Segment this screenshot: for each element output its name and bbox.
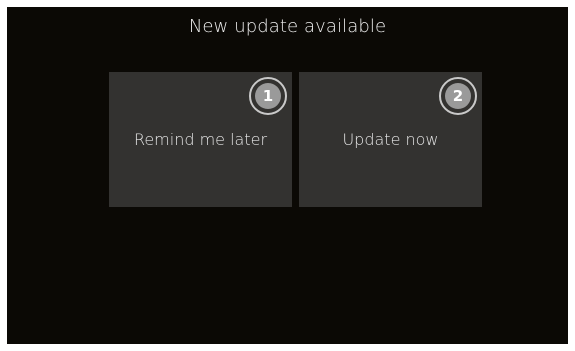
update-now-label: Update now (342, 130, 439, 149)
update-now-button[interactable]: 2 Update now (299, 72, 482, 207)
option-number-badge: 2 (439, 77, 477, 115)
dialog-title: New update available (188, 16, 387, 37)
remind-me-later-label: Remind me later (133, 130, 268, 149)
option-number: 2 (445, 83, 471, 109)
update-dialog: New update available 1 Remind me later 2… (7, 7, 568, 344)
remind-me-later-button[interactable]: 1 Remind me later (109, 72, 292, 207)
option-number-badge: 1 (249, 77, 287, 115)
option-number: 1 (255, 83, 281, 109)
